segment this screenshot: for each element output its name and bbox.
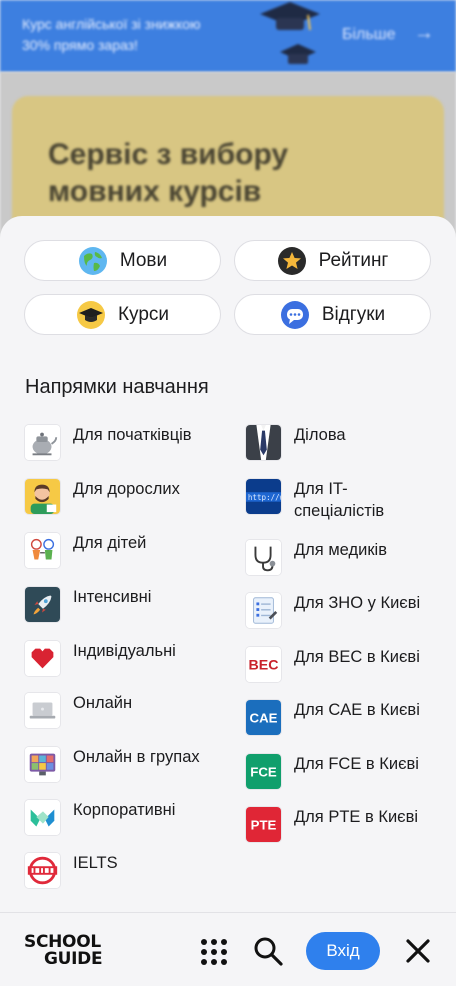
- kids-drawing-icon: [24, 532, 61, 569]
- suit-tie-icon: [245, 424, 282, 461]
- stethoscope-icon: [245, 539, 282, 576]
- direction-ielts[interactable]: IELTS: [24, 852, 118, 889]
- promo-banner[interactable]: Курс англійської зі знижкою 30% прямо за…: [0, 0, 456, 72]
- hero-title: Сервіс з вибору мовних курсів: [48, 138, 289, 208]
- kettle-icon: [24, 424, 61, 461]
- direction-kids[interactable]: Для дітей: [24, 532, 146, 569]
- chat-bubble-icon: [280, 300, 309, 329]
- direction-label: Для FCE в Києві: [294, 755, 419, 773]
- quick-link-courses[interactable]: Курси: [24, 294, 221, 335]
- quick-link-label: Курси: [117, 303, 170, 325]
- direction-label: Для початківців: [73, 426, 192, 444]
- direction-label: Для дорослих: [73, 480, 180, 498]
- direction-business[interactable]: Ділова: [245, 424, 346, 461]
- direction-label: IELTS: [73, 854, 118, 872]
- direction-cae[interactable]: CAE Для CAE в Києві: [245, 699, 420, 736]
- svg-text:http://w: http://w: [248, 493, 282, 502]
- svg-text:BEC: BEC: [249, 658, 279, 674]
- quick-link-label: Відгуки: [321, 303, 386, 325]
- bec-logo-icon: BEC: [245, 646, 282, 683]
- direction-online[interactable]: Онлайн: [24, 692, 132, 729]
- search-icon[interactable]: [253, 936, 283, 966]
- direction-adults[interactable]: Для дорослих: [24, 478, 180, 515]
- direction-fce[interactable]: FCE Для FCE в Києві: [245, 753, 419, 790]
- svg-text:PTE: PTE: [251, 818, 277, 833]
- handshake-icon: [24, 799, 61, 836]
- pixel-heart-icon: [24, 640, 61, 677]
- rocket-icon: [24, 586, 61, 623]
- direction-label: Для IT-спеціалістів: [294, 480, 385, 520]
- promo-more-link[interactable]: Більше: [342, 26, 395, 44]
- direction-label: Корпоративні: [73, 801, 176, 819]
- pte-logo-icon: PTE: [245, 806, 282, 843]
- direction-corporate[interactable]: Корпоративні: [24, 799, 175, 836]
- direction-online-groups[interactable]: Онлайн в групах: [24, 746, 200, 783]
- direction-label: Інтенсивні: [73, 588, 152, 606]
- direction-it[interactable]: http://w Для IT-спеціалістів: [245, 478, 414, 522]
- direction-individual[interactable]: Індивідуальні: [24, 640, 176, 677]
- direction-label: Для ЗНО у Києві: [294, 594, 421, 612]
- graduation-cap-icon: [260, 2, 320, 31]
- direction-intensive[interactable]: Інтенсивні: [24, 586, 151, 623]
- laptop-icon: [24, 692, 61, 729]
- direction-label: Для медиків: [294, 541, 387, 559]
- graduation-cap-icon: [76, 300, 105, 329]
- login-button[interactable]: Вхід: [306, 932, 380, 970]
- cae-logo-icon: CAE: [245, 699, 282, 736]
- quick-link-label: Рейтинг: [318, 249, 389, 271]
- direction-pte[interactable]: PTE Для PTE в Києві: [245, 806, 418, 843]
- quick-link-label: Мови: [119, 249, 168, 271]
- http-screen-icon: http://w: [245, 478, 282, 515]
- direction-label: Онлайн: [73, 694, 133, 712]
- direction-label: Онлайн в групах: [73, 748, 200, 766]
- promo-text: Курс англійської зі знижкою 30% прямо за…: [22, 16, 201, 53]
- close-icon[interactable]: [404, 937, 432, 965]
- grid-menu-icon[interactable]: [200, 938, 228, 966]
- video-call-icon: [24, 746, 61, 783]
- star-icon: [277, 246, 306, 275]
- direction-label: Для дітей: [73, 534, 147, 552]
- direction-label: Індивідуальні: [73, 642, 176, 660]
- logo-line: GUIDE: [44, 949, 103, 969]
- direction-label: Для CAE в Києві: [294, 701, 420, 719]
- direction-label: Для PTE в Києві: [294, 808, 419, 826]
- ielts-logo-icon: [24, 852, 61, 889]
- direction-label: Для BEC в Києві: [294, 648, 420, 666]
- direction-label: Ділова: [294, 426, 346, 444]
- direction-beginners[interactable]: Для початківців: [24, 424, 192, 461]
- direction-bec[interactable]: BEC Для BEC в Києві: [245, 646, 420, 683]
- svg-text:FCE: FCE: [250, 765, 277, 780]
- graduation-cap-icon: [280, 44, 316, 64]
- adult-man-icon: [24, 478, 61, 515]
- arrow-right-icon: →: [414, 22, 434, 44]
- test-sheet-icon: [245, 592, 282, 629]
- direction-zno[interactable]: Для ЗНО у Києві: [245, 592, 420, 629]
- quick-link-reviews[interactable]: Відгуки: [234, 294, 431, 335]
- svg-text:CAE: CAE: [250, 711, 278, 726]
- globe-icon: [78, 246, 107, 275]
- site-logo[interactable]: SCHOOL GUIDE: [24, 934, 103, 969]
- quick-link-rating[interactable]: Рейтинг: [234, 240, 431, 281]
- quick-link-languages[interactable]: Мови: [24, 240, 221, 281]
- section-title: Напрямки навчання: [25, 376, 209, 398]
- direction-medics[interactable]: Для медиків: [245, 539, 387, 576]
- fce-logo-icon: FCE: [245, 753, 282, 790]
